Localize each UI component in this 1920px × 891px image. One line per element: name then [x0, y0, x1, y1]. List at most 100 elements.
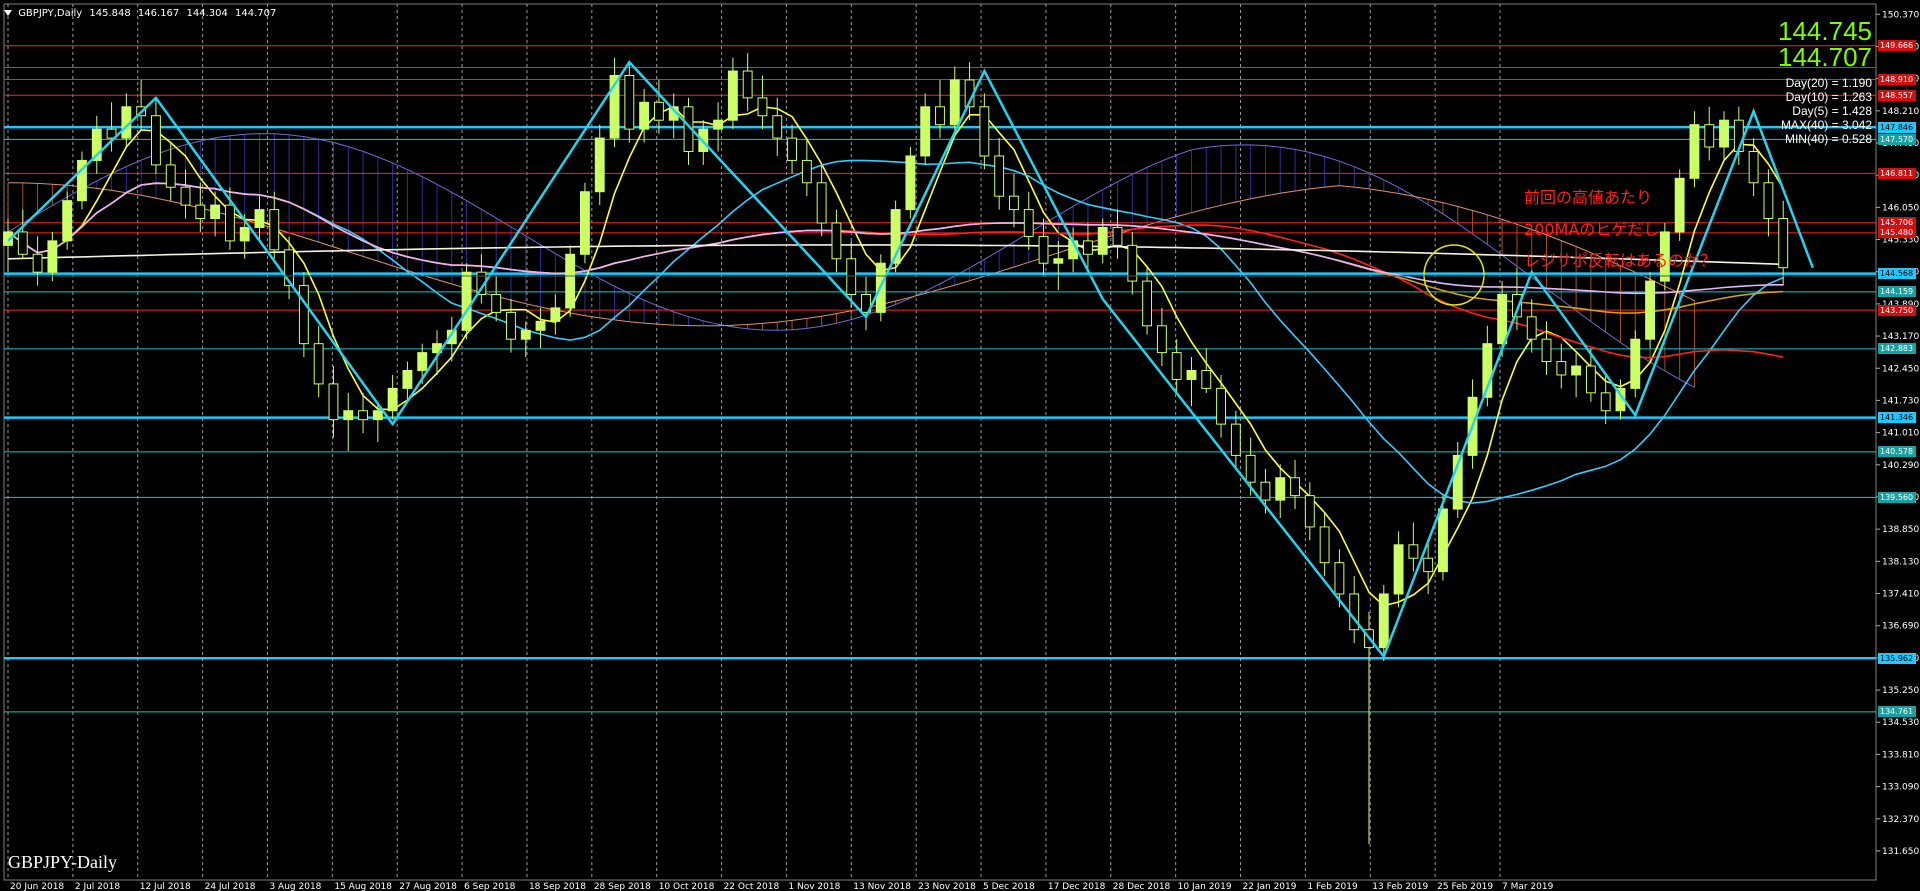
y-tick-label: 134.530 [1882, 718, 1919, 728]
x-tick-label: 18 Sep 2018 [529, 882, 586, 891]
level-price-label: 141.346 [1878, 412, 1916, 424]
symbol-name: GBPJPY,Daily [18, 8, 83, 19]
x-tick-label: 2 Jul 2018 [75, 882, 120, 891]
ohlc-close: 144.707 [235, 8, 277, 19]
x-tick-label: 6 Sep 2018 [464, 882, 516, 891]
candle-body [565, 253, 576, 309]
candle-body [313, 343, 324, 385]
candle-body [1571, 365, 1582, 376]
candle-body [816, 182, 827, 224]
candle-body [535, 320, 546, 331]
candle-body [224, 204, 235, 242]
annotation-res-sup-reversal: レジサポ反転はあるのか？ [1524, 251, 1717, 270]
x-tick-label: 17 Dec 2018 [1048, 882, 1106, 891]
candle-body [1112, 226, 1123, 246]
candle-body [47, 240, 58, 273]
candle-body [801, 159, 812, 184]
candle-body [1423, 557, 1434, 573]
candle-body [1719, 119, 1729, 148]
candle-body [905, 155, 916, 211]
candle-body [1763, 182, 1774, 220]
candle-body [757, 97, 768, 117]
candle-body [254, 209, 265, 228]
y-tick-label: 138.130 [1882, 557, 1919, 567]
candle-body [1053, 258, 1064, 264]
y-tick-label: 140.290 [1882, 461, 1919, 471]
candle-body [343, 410, 354, 421]
x-tick-label: 27 Aug 2018 [399, 882, 457, 891]
x-tick-label: 12 Jul 2018 [140, 882, 191, 891]
x-tick-label: 10 Oct 2018 [659, 882, 715, 891]
y-tick-label: 133.810 [1882, 750, 1919, 760]
candle-body [550, 307, 561, 322]
candle-body [491, 294, 502, 313]
y-tick-label: 137.410 [1882, 590, 1919, 600]
symbol-header: GBPJPY,Daily 145.848 146.167 144.304 144… [4, 8, 280, 19]
dropdown-triangle-icon[interactable] [4, 10, 12, 16]
candle-body [1142, 280, 1153, 327]
chart-label: GBPJPY-Daily [8, 852, 118, 872]
x-tick-label: 15 Aug 2018 [334, 882, 392, 891]
x-tick-label: 22 Oct 2018 [724, 882, 780, 891]
level-price-label: 142.883 [1878, 343, 1916, 355]
candle-body [1541, 338, 1552, 363]
candle-body [506, 311, 516, 340]
x-tick-label: 22 Jan 2019 [1243, 882, 1297, 891]
candle-body [639, 101, 650, 130]
candle-body [1097, 226, 1108, 255]
candle-body [979, 106, 990, 157]
x-tick-label: 13 Feb 2019 [1372, 882, 1428, 891]
candles [3, 53, 1789, 845]
x-tick-label: 25 Feb 2019 [1437, 882, 1493, 891]
y-tick-label: 146.050 [1882, 203, 1919, 213]
stat-day20: Day(20) = 1.190 [1785, 76, 1872, 90]
y-tick-label: 141.730 [1882, 396, 1919, 406]
level-price-label: 145.480 [1878, 227, 1916, 239]
candle-body [787, 137, 797, 161]
stat-day10: Day(10) = 1.263 [1785, 90, 1872, 104]
candle-body [653, 101, 664, 121]
x-tick-label: 7 Mar 2019 [1502, 882, 1554, 891]
ohlc-open: 145.848 [89, 8, 131, 19]
y-tick-label: 143.170 [1882, 332, 1919, 342]
candle-body [1585, 365, 1596, 394]
candle-body [1275, 477, 1286, 501]
candle-body [1408, 544, 1419, 559]
y-tick-label: 133.090 [1882, 783, 1919, 793]
candle-body [1438, 508, 1448, 573]
candle-body [1674, 177, 1685, 233]
level-price-label: 149.666 [1878, 40, 1916, 52]
candle-body [1216, 387, 1226, 425]
price-chart[interactable]: 150.370149.650148.930148.210147.490146.7… [0, 0, 1920, 891]
candle-body [150, 115, 161, 166]
candle-body [1645, 280, 1656, 340]
candle-body [727, 70, 738, 121]
candle-body [935, 106, 945, 126]
candle-body [1009, 195, 1019, 211]
candle-body [994, 155, 1005, 197]
x-tick-label: 1 Feb 2019 [1307, 882, 1358, 891]
x-tick-label: 28 Sep 2018 [594, 882, 651, 891]
candle-body [298, 285, 309, 345]
candle-body [831, 222, 842, 260]
candle-body [461, 271, 472, 331]
time-axis: 20 Jun 2018 2 Jul 2018 12 Jul 2018 24 Jul 2… [10, 882, 1554, 891]
candle-body [1201, 369, 1212, 389]
candle-body [239, 226, 250, 242]
stat-max40: MAX(40) = 3.042 [1780, 118, 1872, 132]
candle-body [402, 369, 413, 389]
candle-body [1778, 218, 1789, 269]
candle-body [417, 352, 428, 371]
x-tick-label: 5 Dec 2018 [983, 882, 1035, 891]
y-tick-label: 135.250 [1882, 686, 1919, 696]
candle-body [180, 186, 191, 206]
candle-body [1230, 423, 1241, 456]
candle-body [32, 253, 43, 273]
candle-body [62, 200, 73, 242]
candle-body [1704, 124, 1715, 148]
x-tick-label: 10 Jan 2019 [1178, 882, 1232, 891]
candle-body [195, 204, 206, 220]
candle-body [1245, 454, 1256, 483]
level-price-label: 144.568 [1878, 268, 1916, 280]
candle-body [580, 191, 590, 255]
